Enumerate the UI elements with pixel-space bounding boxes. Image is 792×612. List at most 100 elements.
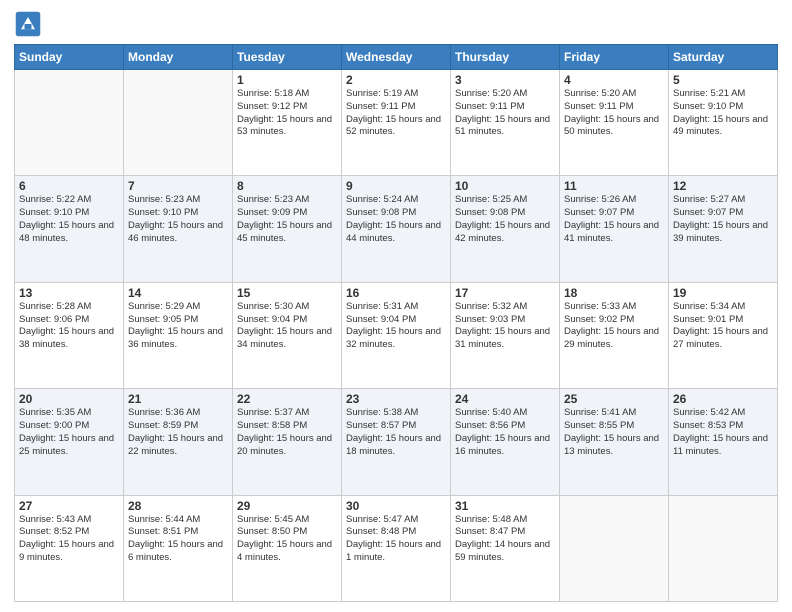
cell-info: Sunrise: 5:31 AM Sunset: 9:04 PM Dayligh…	[346, 301, 446, 352]
day-number: 11	[564, 179, 664, 193]
day-number: 6	[19, 179, 119, 193]
logo	[14, 10, 46, 38]
week-row-3: 13Sunrise: 5:28 AM Sunset: 9:06 PM Dayli…	[15, 282, 778, 388]
cell-info: Sunrise: 5:18 AM Sunset: 9:12 PM Dayligh…	[237, 88, 337, 139]
calendar-cell	[560, 495, 669, 601]
cell-info: Sunrise: 5:29 AM Sunset: 9:05 PM Dayligh…	[128, 301, 228, 352]
day-number: 16	[346, 286, 446, 300]
day-number: 10	[455, 179, 555, 193]
day-number: 23	[346, 392, 446, 406]
calendar-cell: 21Sunrise: 5:36 AM Sunset: 8:59 PM Dayli…	[124, 389, 233, 495]
calendar-cell: 4Sunrise: 5:20 AM Sunset: 9:11 PM Daylig…	[560, 70, 669, 176]
weekday-header-monday: Monday	[124, 45, 233, 70]
cell-info: Sunrise: 5:35 AM Sunset: 9:00 PM Dayligh…	[19, 407, 119, 458]
calendar-cell: 10Sunrise: 5:25 AM Sunset: 9:08 PM Dayli…	[451, 176, 560, 282]
calendar-cell: 11Sunrise: 5:26 AM Sunset: 9:07 PM Dayli…	[560, 176, 669, 282]
day-number: 26	[673, 392, 773, 406]
day-number: 9	[346, 179, 446, 193]
day-number: 27	[19, 499, 119, 513]
cell-info: Sunrise: 5:23 AM Sunset: 9:10 PM Dayligh…	[128, 194, 228, 245]
calendar-cell: 3Sunrise: 5:20 AM Sunset: 9:11 PM Daylig…	[451, 70, 560, 176]
cell-info: Sunrise: 5:34 AM Sunset: 9:01 PM Dayligh…	[673, 301, 773, 352]
day-number: 5	[673, 73, 773, 87]
week-row-1: 1Sunrise: 5:18 AM Sunset: 9:12 PM Daylig…	[15, 70, 778, 176]
cell-info: Sunrise: 5:33 AM Sunset: 9:02 PM Dayligh…	[564, 301, 664, 352]
day-number: 1	[237, 73, 337, 87]
day-number: 8	[237, 179, 337, 193]
day-number: 2	[346, 73, 446, 87]
cell-info: Sunrise: 5:22 AM Sunset: 9:10 PM Dayligh…	[19, 194, 119, 245]
cell-info: Sunrise: 5:26 AM Sunset: 9:07 PM Dayligh…	[564, 194, 664, 245]
header	[14, 10, 778, 38]
day-number: 18	[564, 286, 664, 300]
calendar-cell: 30Sunrise: 5:47 AM Sunset: 8:48 PM Dayli…	[342, 495, 451, 601]
cell-info: Sunrise: 5:37 AM Sunset: 8:58 PM Dayligh…	[237, 407, 337, 458]
calendar-cell: 14Sunrise: 5:29 AM Sunset: 9:05 PM Dayli…	[124, 282, 233, 388]
calendar-table: SundayMondayTuesdayWednesdayThursdayFrid…	[14, 44, 778, 602]
day-number: 14	[128, 286, 228, 300]
cell-info: Sunrise: 5:44 AM Sunset: 8:51 PM Dayligh…	[128, 514, 228, 565]
cell-info: Sunrise: 5:38 AM Sunset: 8:57 PM Dayligh…	[346, 407, 446, 458]
day-number: 29	[237, 499, 337, 513]
weekday-header-friday: Friday	[560, 45, 669, 70]
calendar-cell: 13Sunrise: 5:28 AM Sunset: 9:06 PM Dayli…	[15, 282, 124, 388]
calendar-cell: 22Sunrise: 5:37 AM Sunset: 8:58 PM Dayli…	[233, 389, 342, 495]
day-number: 13	[19, 286, 119, 300]
day-number: 28	[128, 499, 228, 513]
cell-info: Sunrise: 5:41 AM Sunset: 8:55 PM Dayligh…	[564, 407, 664, 458]
cell-info: Sunrise: 5:42 AM Sunset: 8:53 PM Dayligh…	[673, 407, 773, 458]
day-number: 3	[455, 73, 555, 87]
calendar-cell: 23Sunrise: 5:38 AM Sunset: 8:57 PM Dayli…	[342, 389, 451, 495]
cell-info: Sunrise: 5:28 AM Sunset: 9:06 PM Dayligh…	[19, 301, 119, 352]
calendar-cell: 2Sunrise: 5:19 AM Sunset: 9:11 PM Daylig…	[342, 70, 451, 176]
day-number: 4	[564, 73, 664, 87]
cell-info: Sunrise: 5:20 AM Sunset: 9:11 PM Dayligh…	[455, 88, 555, 139]
calendar-cell: 6Sunrise: 5:22 AM Sunset: 9:10 PM Daylig…	[15, 176, 124, 282]
calendar-cell: 16Sunrise: 5:31 AM Sunset: 9:04 PM Dayli…	[342, 282, 451, 388]
cell-info: Sunrise: 5:32 AM Sunset: 9:03 PM Dayligh…	[455, 301, 555, 352]
calendar-cell: 25Sunrise: 5:41 AM Sunset: 8:55 PM Dayli…	[560, 389, 669, 495]
day-number: 31	[455, 499, 555, 513]
calendar-cell	[669, 495, 778, 601]
calendar-cell: 8Sunrise: 5:23 AM Sunset: 9:09 PM Daylig…	[233, 176, 342, 282]
cell-info: Sunrise: 5:19 AM Sunset: 9:11 PM Dayligh…	[346, 88, 446, 139]
page: SundayMondayTuesdayWednesdayThursdayFrid…	[0, 0, 792, 612]
calendar-cell: 18Sunrise: 5:33 AM Sunset: 9:02 PM Dayli…	[560, 282, 669, 388]
calendar-cell: 7Sunrise: 5:23 AM Sunset: 9:10 PM Daylig…	[124, 176, 233, 282]
calendar-cell: 9Sunrise: 5:24 AM Sunset: 9:08 PM Daylig…	[342, 176, 451, 282]
calendar-cell: 5Sunrise: 5:21 AM Sunset: 9:10 PM Daylig…	[669, 70, 778, 176]
calendar-cell: 28Sunrise: 5:44 AM Sunset: 8:51 PM Dayli…	[124, 495, 233, 601]
cell-info: Sunrise: 5:45 AM Sunset: 8:50 PM Dayligh…	[237, 514, 337, 565]
calendar-cell: 12Sunrise: 5:27 AM Sunset: 9:07 PM Dayli…	[669, 176, 778, 282]
weekday-header-tuesday: Tuesday	[233, 45, 342, 70]
day-number: 21	[128, 392, 228, 406]
day-number: 12	[673, 179, 773, 193]
calendar-cell	[15, 70, 124, 176]
calendar-cell: 17Sunrise: 5:32 AM Sunset: 9:03 PM Dayli…	[451, 282, 560, 388]
calendar-cell: 26Sunrise: 5:42 AM Sunset: 8:53 PM Dayli…	[669, 389, 778, 495]
day-number: 20	[19, 392, 119, 406]
cell-info: Sunrise: 5:30 AM Sunset: 9:04 PM Dayligh…	[237, 301, 337, 352]
day-number: 22	[237, 392, 337, 406]
day-number: 15	[237, 286, 337, 300]
week-row-4: 20Sunrise: 5:35 AM Sunset: 9:00 PM Dayli…	[15, 389, 778, 495]
cell-info: Sunrise: 5:24 AM Sunset: 9:08 PM Dayligh…	[346, 194, 446, 245]
cell-info: Sunrise: 5:21 AM Sunset: 9:10 PM Dayligh…	[673, 88, 773, 139]
calendar-cell: 19Sunrise: 5:34 AM Sunset: 9:01 PM Dayli…	[669, 282, 778, 388]
calendar-cell: 1Sunrise: 5:18 AM Sunset: 9:12 PM Daylig…	[233, 70, 342, 176]
cell-info: Sunrise: 5:25 AM Sunset: 9:08 PM Dayligh…	[455, 194, 555, 245]
cell-info: Sunrise: 5:47 AM Sunset: 8:48 PM Dayligh…	[346, 514, 446, 565]
calendar-cell: 20Sunrise: 5:35 AM Sunset: 9:00 PM Dayli…	[15, 389, 124, 495]
weekday-header-thursday: Thursday	[451, 45, 560, 70]
day-number: 7	[128, 179, 228, 193]
week-row-2: 6Sunrise: 5:22 AM Sunset: 9:10 PM Daylig…	[15, 176, 778, 282]
calendar-cell: 27Sunrise: 5:43 AM Sunset: 8:52 PM Dayli…	[15, 495, 124, 601]
day-number: 24	[455, 392, 555, 406]
day-number: 19	[673, 286, 773, 300]
calendar-cell: 24Sunrise: 5:40 AM Sunset: 8:56 PM Dayli…	[451, 389, 560, 495]
calendar-cell: 31Sunrise: 5:48 AM Sunset: 8:47 PM Dayli…	[451, 495, 560, 601]
weekday-header-wednesday: Wednesday	[342, 45, 451, 70]
day-number: 17	[455, 286, 555, 300]
cell-info: Sunrise: 5:20 AM Sunset: 9:11 PM Dayligh…	[564, 88, 664, 139]
week-row-5: 27Sunrise: 5:43 AM Sunset: 8:52 PM Dayli…	[15, 495, 778, 601]
